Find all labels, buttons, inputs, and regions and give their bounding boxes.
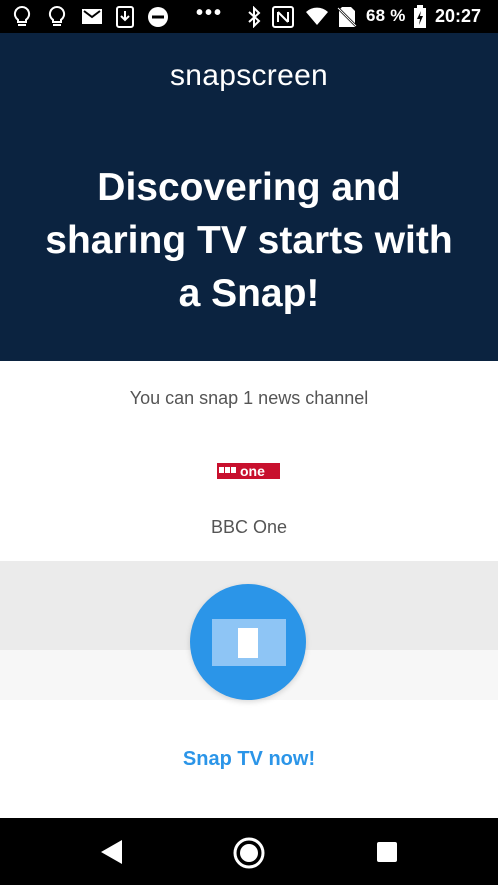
download-icon [116, 6, 134, 28]
battery-percent: 68 % [366, 6, 406, 25]
headline: Discovering and sharing TV starts with a… [45, 166, 453, 315]
app-logo: snapscreen [169, 59, 329, 92]
more-notifications-indicator: ••• [196, 2, 224, 24]
bluetooth-icon [248, 6, 261, 28]
bbc-one-logo: one [217, 463, 280, 479]
channel-name: BBC One [210, 517, 288, 537]
do-not-disturb-icon [148, 7, 168, 27]
back-icon[interactable] [98, 838, 124, 866]
no-sim-icon [337, 7, 357, 27]
snap-tv-now-link[interactable]: Snap TV now! [0, 748, 498, 771]
snap-button[interactable] [190, 584, 306, 700]
clock: 20:27 [435, 6, 482, 26]
battery-charging-icon [414, 5, 426, 28]
tv-screen-icon [212, 619, 286, 666]
nfc-icon [272, 6, 294, 28]
recents-icon[interactable] [375, 840, 399, 864]
home-icon[interactable] [232, 836, 266, 870]
gmail-icon [82, 9, 102, 24]
wifi-icon [306, 7, 328, 25]
hero-header: snapscreen Discovering and sharing TV st… [0, 33, 498, 361]
svg-text:one: one [240, 463, 265, 479]
lightbulb-icon [13, 6, 31, 26]
lightbulb-outline-icon [48, 6, 66, 26]
status-bar: ••• 68 % 20:27 [0, 0, 498, 33]
snap-availability-text: You can snap 1 news channel [129, 388, 369, 408]
navigation-bar [0, 818, 498, 885]
